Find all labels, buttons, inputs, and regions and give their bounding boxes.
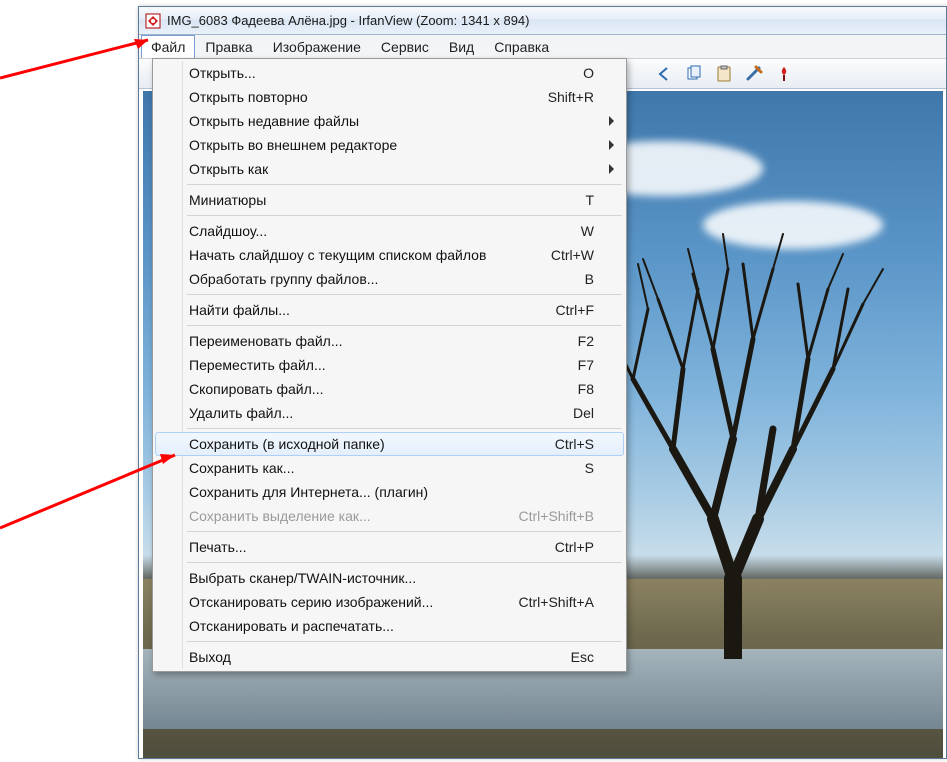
menu-item-shortcut: Ctrl+Shift+A xyxy=(519,594,594,610)
menu-separator xyxy=(187,428,622,429)
menu-item-label: Выбрать сканер/TWAIN-источник... xyxy=(189,570,594,586)
menu-item[interactable]: Найти файлы...Ctrl+F xyxy=(155,298,624,322)
menu-item[interactable]: Сохранить (в исходной папке)Ctrl+S xyxy=(155,432,624,456)
menu-item-shortcut: Esc xyxy=(571,649,594,665)
toolbar-settings-button[interactable] xyxy=(742,62,766,86)
menu-item: Сохранить выделение как...Ctrl+Shift+B xyxy=(155,504,624,528)
menubar: Файл Правка Изображение Сервис Вид Справ… xyxy=(139,35,946,59)
menu-item[interactable]: Открыть...O xyxy=(155,61,624,85)
menu-separator xyxy=(187,184,622,185)
menu-item-shortcut: B xyxy=(585,271,594,287)
menu-item-label: Переименовать файл... xyxy=(189,333,578,349)
menu-separator xyxy=(187,294,622,295)
menu-separator xyxy=(187,325,622,326)
menu-item-label: Открыть как xyxy=(189,161,594,177)
menu-item-label: Сохранить выделение как... xyxy=(189,508,519,524)
menu-item-label: Найти файлы... xyxy=(189,302,556,318)
menu-separator xyxy=(187,531,622,532)
app-icon xyxy=(145,13,161,29)
window-title: IMG_6083 Фадеева Алёна.jpg - IrfanView (… xyxy=(167,13,530,28)
menu-item-shortcut: F7 xyxy=(578,357,594,373)
menu-separator xyxy=(187,215,622,216)
menu-item-shortcut: Shift+R xyxy=(548,89,594,105)
toolbar-prev-button[interactable] xyxy=(652,62,676,86)
menu-item[interactable]: Переместить файл...F7 xyxy=(155,353,624,377)
menu-item[interactable]: Выбрать сканер/TWAIN-источник... xyxy=(155,566,624,590)
submenu-arrow-icon xyxy=(609,164,614,174)
menu-item[interactable]: Сохранить для Интернета... (плагин) xyxy=(155,480,624,504)
menu-item-label: Отсканировать и распечатать... xyxy=(189,618,594,634)
menu-item-label: Сохранить для Интернета... (плагин) xyxy=(189,484,594,500)
menu-item[interactable]: Отсканировать и распечатать... xyxy=(155,614,624,638)
submenu-arrow-icon xyxy=(609,116,614,126)
menu-item-shortcut: Ctrl+F xyxy=(556,302,595,318)
menu-item-shortcut: F2 xyxy=(578,333,594,349)
menu-item[interactable]: Сохранить как...S xyxy=(155,456,624,480)
menu-item[interactable]: Скопировать файл...F8 xyxy=(155,377,624,401)
menu-item-shortcut: O xyxy=(583,65,594,81)
submenu-arrow-icon xyxy=(609,140,614,150)
menu-help[interactable]: Справка xyxy=(484,35,559,58)
toolbar-paste-button[interactable] xyxy=(712,62,736,86)
menu-item-label: Обработать группу файлов... xyxy=(189,271,585,287)
menu-item[interactable]: Открыть недавние файлы xyxy=(155,109,624,133)
menu-item-label: Миниатюры xyxy=(189,192,585,208)
menu-item-label: Переместить файл... xyxy=(189,357,578,373)
menu-item[interactable]: Открыть как xyxy=(155,157,624,181)
titlebar[interactable]: IMG_6083 Фадеева Алёна.jpg - IrfanView (… xyxy=(139,7,946,35)
menu-item[interactable]: ВыходEsc xyxy=(155,645,624,669)
menu-item-label: Сохранить (в исходной папке) xyxy=(189,436,555,452)
menu-item-shortcut: S xyxy=(585,460,594,476)
toolbar-copy-button[interactable] xyxy=(682,62,706,86)
menu-separator xyxy=(187,562,622,563)
menu-item[interactable]: Начать слайдшоу с текущим списком файлов… xyxy=(155,243,624,267)
menu-item[interactable]: МиниатюрыT xyxy=(155,188,624,212)
menu-item-shortcut: W xyxy=(581,223,594,239)
menu-item[interactable]: Переименовать файл...F2 xyxy=(155,329,624,353)
menu-item-label: Открыть повторно xyxy=(189,89,548,105)
menu-item-label: Отсканировать серию изображений... xyxy=(189,594,519,610)
menu-edit[interactable]: Правка xyxy=(195,35,262,58)
menu-item[interactable]: Открыть повторноShift+R xyxy=(155,85,624,109)
menu-view[interactable]: Вид xyxy=(439,35,484,58)
menu-separator xyxy=(187,641,622,642)
file-menu-dropdown: Открыть...OОткрыть повторноShift+RОткрыт… xyxy=(152,58,627,672)
menu-service[interactable]: Сервис xyxy=(371,35,439,58)
menu-item-label: Слайдшоу... xyxy=(189,223,581,239)
menu-item-label: Сохранить как... xyxy=(189,460,585,476)
menu-item-shortcut: Ctrl+P xyxy=(555,539,594,555)
menu-item[interactable]: Открыть во внешнем редакторе xyxy=(155,133,624,157)
menu-item[interactable]: Печать...Ctrl+P xyxy=(155,535,624,559)
menu-file[interactable]: Файл xyxy=(141,35,195,58)
menu-item-shortcut: Ctrl+Shift+B xyxy=(519,508,594,524)
menu-item-label: Начать слайдшоу с текущим списком файлов xyxy=(189,247,551,263)
menu-item[interactable]: Обработать группу файлов...B xyxy=(155,267,624,291)
menu-item-label: Открыть во внешнем редакторе xyxy=(189,137,594,153)
menu-item-label: Открыть... xyxy=(189,65,583,81)
menu-item[interactable]: Слайдшоу...W xyxy=(155,219,624,243)
toolbar-pin-button[interactable] xyxy=(772,62,796,86)
menu-item-label: Выход xyxy=(189,649,571,665)
menu-item-label: Открыть недавние файлы xyxy=(189,113,594,129)
menu-item-shortcut: Ctrl+W xyxy=(551,247,594,263)
menu-item-shortcut: Ctrl+S xyxy=(555,436,594,452)
menu-item[interactable]: Отсканировать серию изображений...Ctrl+S… xyxy=(155,590,624,614)
menu-image[interactable]: Изображение xyxy=(263,35,371,58)
menu-item-shortcut: T xyxy=(585,192,594,208)
menu-item[interactable]: Удалить файл...Del xyxy=(155,401,624,425)
menu-item-label: Скопировать файл... xyxy=(189,381,578,397)
menu-item-label: Удалить файл... xyxy=(189,405,573,421)
menu-item-shortcut: Del xyxy=(573,405,594,421)
menu-item-shortcut: F8 xyxy=(578,381,594,397)
menu-item-label: Печать... xyxy=(189,539,555,555)
